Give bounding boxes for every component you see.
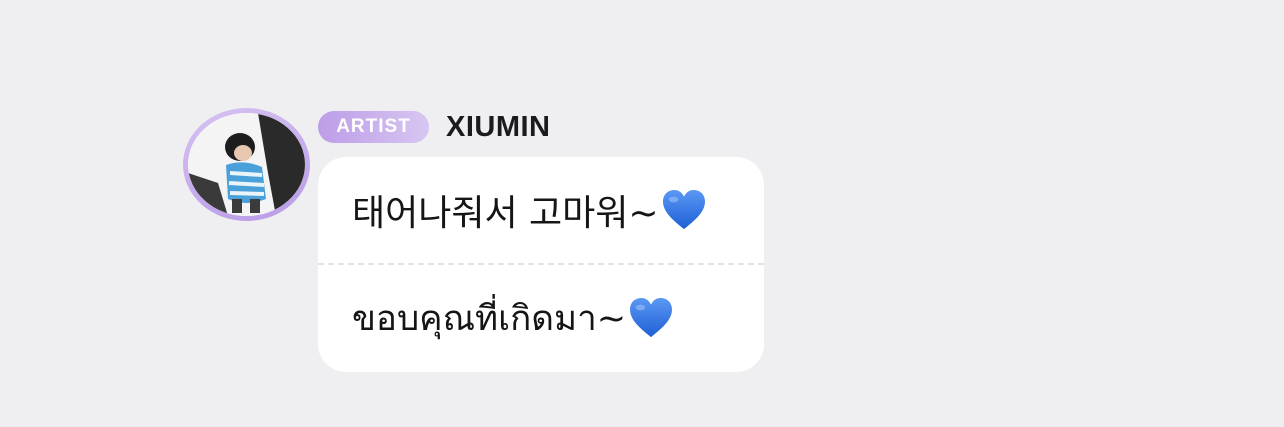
author-name[interactable]: XIUMIN [446,107,551,147]
message-bubble: 태어나줘서 고마워~ ขอบคุณที่เกิดมา~ [318,157,764,372]
message-korean: 태어나줘서 고마워~ [352,180,744,240]
artist-badge: ARTIST [318,111,429,143]
message-text: ขอบคุณที่เกิดมา~ [352,298,627,339]
avatar-ring[interactable] [183,108,310,221]
message-text: 태어나줘서 고마워~ [352,193,659,234]
blue-heart-icon [630,297,673,338]
avatar[interactable] [188,113,305,216]
blue-heart-icon [662,189,705,230]
message-divider [318,263,764,265]
message-thai: ขอบคุณที่เกิดมา~ [352,288,744,348]
profile-photo-icon [188,113,305,216]
